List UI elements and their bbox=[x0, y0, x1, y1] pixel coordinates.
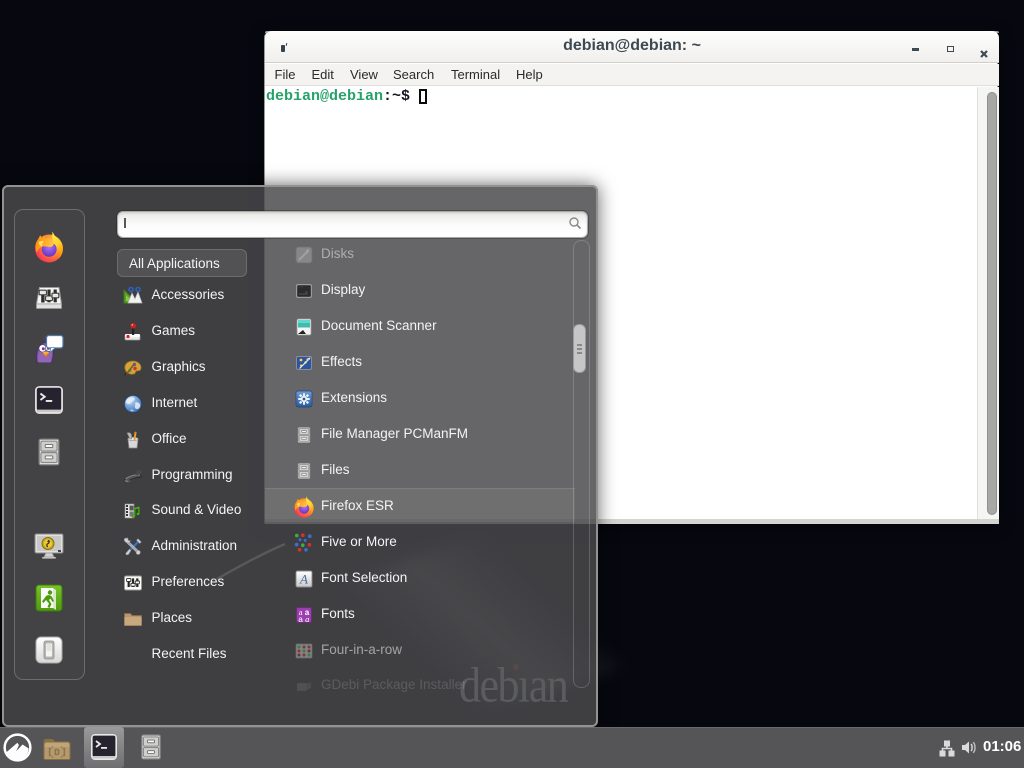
svg-text:a: a bbox=[305, 614, 309, 624]
svg-text:a: a bbox=[298, 615, 303, 624]
svg-text:A: A bbox=[299, 572, 308, 587]
